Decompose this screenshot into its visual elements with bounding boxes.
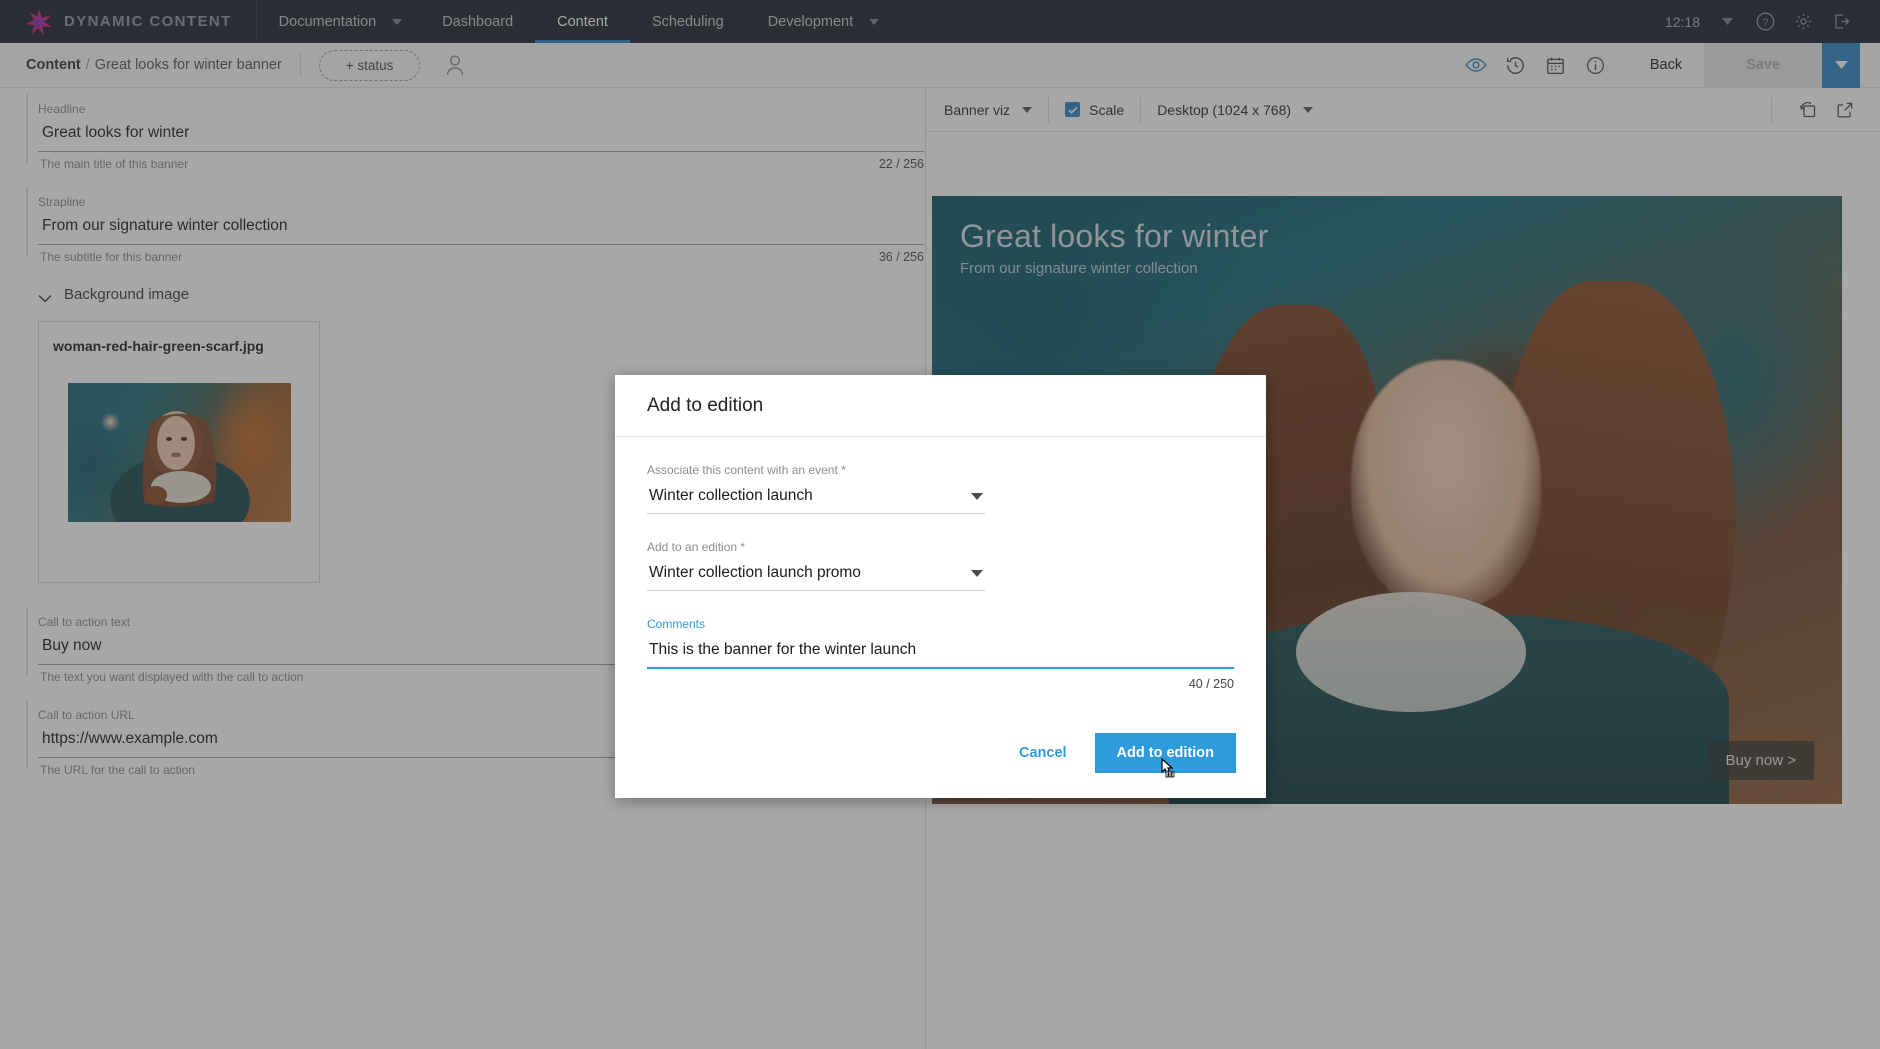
comments-char-count: 40 / 250 (1188, 677, 1234, 691)
edition-select[interactable]: Winter collection launch promo (647, 560, 985, 591)
event-select[interactable]: Winter collection launch (647, 483, 985, 514)
comments-field-label: Comments (647, 617, 706, 631)
add-to-edition-dialog: Add to edition Associate this content wi… (615, 375, 1266, 798)
chevron-down-icon (971, 569, 983, 577)
cancel-button[interactable]: Cancel (1001, 734, 1085, 772)
event-select-value: Winter collection launch (649, 487, 813, 504)
edition-field-group: Add to an edition * Winter collection la… (647, 540, 1234, 591)
chevron-down-icon (971, 492, 983, 500)
comments-input[interactable]: This is the banner for the winter launch (647, 637, 1234, 669)
dialog-body: Associate this content with an event * W… (615, 437, 1266, 720)
edition-field-label: Add to an edition * (647, 540, 746, 554)
event-field-group: Associate this content with an event * W… (647, 463, 1234, 514)
edition-select-value: Winter collection launch promo (649, 564, 861, 581)
event-field-label: Associate this content with an event * (647, 463, 846, 477)
dialog-title: Add to edition (647, 394, 764, 416)
dialog-header: Add to edition (615, 375, 1266, 437)
add-to-edition-submit-button[interactable]: Add to edition (1094, 733, 1236, 773)
comments-field-group: Comments This is the banner for the wint… (647, 617, 1234, 691)
dialog-footer: Cancel Add to edition (615, 720, 1266, 798)
app-root: DYNAMIC CONTENT Documentation Dashboard … (0, 0, 1880, 1049)
